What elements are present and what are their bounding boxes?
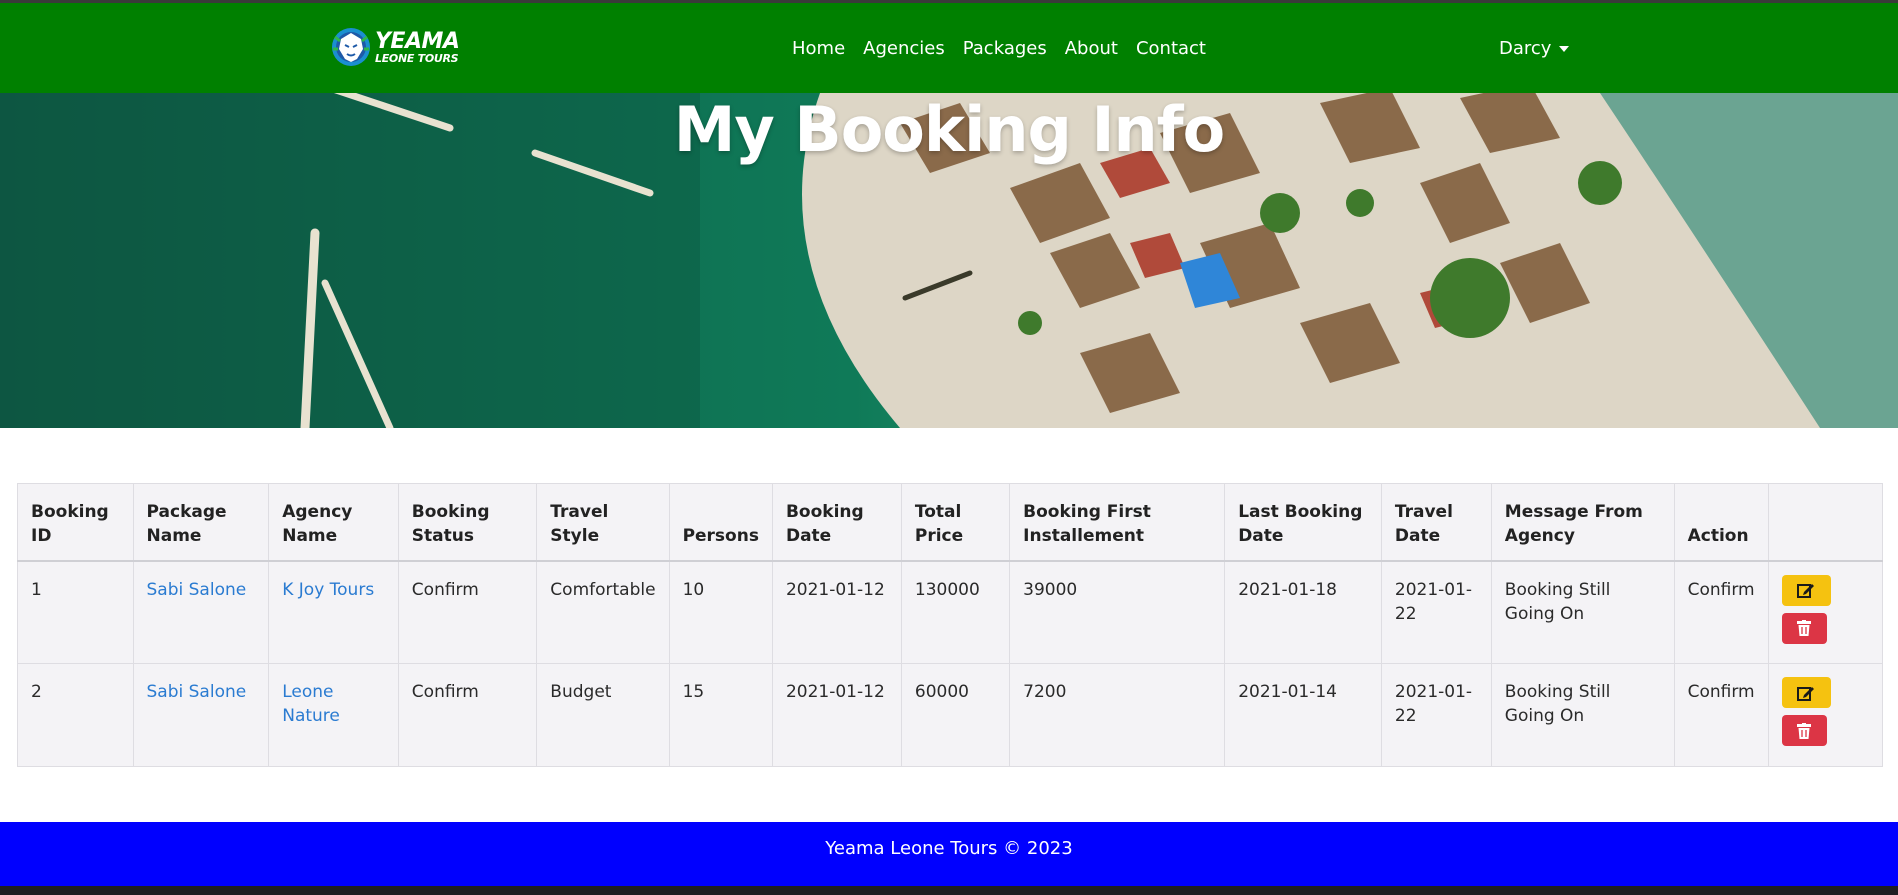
user-name: Darcy [1499, 38, 1552, 59]
footer-text: Yeama Leone Tours © 2023 [825, 838, 1073, 859]
user-dropdown[interactable]: Darcy [1499, 38, 1570, 59]
cell-first-installment: 7200 [1009, 663, 1226, 767]
header-booking-status: Booking Status [397, 483, 538, 561]
table-row: 1 Sabi Salone K Joy Tours Confirm Comfor… [17, 560, 1884, 664]
chevron-down-icon [1559, 45, 1570, 52]
header-last-booking-date: Last Booking Date [1224, 483, 1382, 561]
page-title: My Booking Info [673, 93, 1226, 166]
header-action: Action [1673, 483, 1769, 561]
cell-persons: 15 [668, 663, 773, 767]
taskbar-edge [0, 886, 1898, 895]
cell-action: Confirm [1673, 560, 1769, 664]
cell-booking-date: 2021-01-12 [771, 560, 902, 664]
booking-table: Booking ID Package Name Agency Name Book… [17, 483, 1884, 767]
cell-message: Booking Still Going On [1490, 663, 1675, 767]
brand-line1: YEAMA [375, 28, 460, 54]
brand-line2: LEONE TOURS [375, 51, 459, 65]
nav-links: Home Agencies Packages About Contact [792, 38, 1224, 59]
nav-link-packages[interactable]: Packages [963, 38, 1047, 59]
nav-link-home[interactable]: Home [792, 38, 845, 59]
nav-link-about[interactable]: About [1065, 38, 1118, 59]
lion-logo-icon [331, 27, 371, 67]
cell-travel-style: Budget [536, 663, 670, 767]
package-link[interactable]: Sabi Salone [147, 580, 247, 600]
cell-agency-name: K Joy Tours [268, 560, 399, 664]
cell-message: Booking Still Going On [1490, 560, 1675, 664]
edit-button[interactable] [1781, 574, 1831, 606]
header-travel-date: Travel Date [1380, 483, 1492, 561]
booking-table-container: Booking ID Package Name Agency Name Book… [17, 483, 1884, 767]
header-travel-style: Travel Style [536, 483, 670, 561]
header-first-installment: Booking First Installement [1009, 483, 1226, 561]
table-row: 2 Sabi Salone Leone Nature Confirm Budge… [17, 663, 1884, 767]
edit-icon [1797, 686, 1815, 701]
cell-buttons [1767, 663, 1884, 767]
edit-icon [1797, 584, 1815, 598]
cell-total-price: 60000 [900, 663, 1011, 767]
agency-link[interactable]: Leone Nature [282, 682, 340, 726]
cell-booking-status: Confirm [397, 663, 538, 767]
cell-agency-name: Leone Nature [268, 663, 399, 767]
cell-booking-date: 2021-01-12 [771, 663, 902, 767]
cell-last-booking-date: 2021-01-18 [1224, 560, 1382, 664]
cell-buttons [1767, 560, 1884, 664]
header-booking-id: Booking ID [17, 483, 134, 561]
brand-name: YEAMA LEONE TOURS [375, 28, 460, 65]
header-buttons [1767, 483, 1884, 561]
nav-link-contact[interactable]: Contact [1136, 38, 1206, 59]
cell-last-booking-date: 2021-01-14 [1224, 663, 1382, 767]
cell-first-installment: 39000 [1009, 560, 1226, 664]
cell-travel-style: Comfortable [536, 560, 670, 664]
cell-travel-date: 2021-01-22 [1380, 663, 1492, 767]
cell-package-name: Sabi Salone [132, 663, 270, 767]
hero-banner: My Booking Info [0, 93, 1898, 428]
delete-button[interactable] [1781, 715, 1827, 746]
footer: Yeama Leone Tours © 2023 [0, 822, 1898, 886]
nav-link-agencies[interactable]: Agencies [863, 38, 945, 59]
cell-persons: 10 [668, 560, 773, 664]
cell-travel-date: 2021-01-22 [1380, 560, 1492, 664]
edit-button[interactable] [1781, 677, 1831, 708]
table-header-row: Booking ID Package Name Agency Name Book… [17, 483, 1884, 561]
trash-icon [1797, 620, 1812, 636]
cell-booking-id: 2 [17, 663, 134, 767]
header-booking-date: Booking Date [771, 483, 902, 561]
agency-link[interactable]: K Joy Tours [282, 580, 374, 600]
navbar: YEAMA LEONE TOURS Home Agencies Packages… [0, 3, 1898, 93]
header-persons: Persons [668, 483, 773, 561]
cell-package-name: Sabi Salone [132, 560, 270, 664]
delete-button[interactable] [1781, 612, 1827, 644]
cell-total-price: 130000 [900, 560, 1011, 664]
cell-action: Confirm [1673, 663, 1769, 767]
header-total-price: Total Price [900, 483, 1011, 561]
package-link[interactable]: Sabi Salone [147, 682, 247, 702]
header-message: Message From Agency [1490, 483, 1675, 561]
header-package-name: Package Name [132, 483, 270, 561]
brand-logo[interactable]: YEAMA LEONE TOURS [331, 25, 460, 69]
header-agency-name: Agency Name [268, 483, 399, 561]
cell-booking-id: 1 [17, 560, 134, 664]
trash-icon [1797, 722, 1812, 739]
cell-booking-status: Confirm [397, 560, 538, 664]
